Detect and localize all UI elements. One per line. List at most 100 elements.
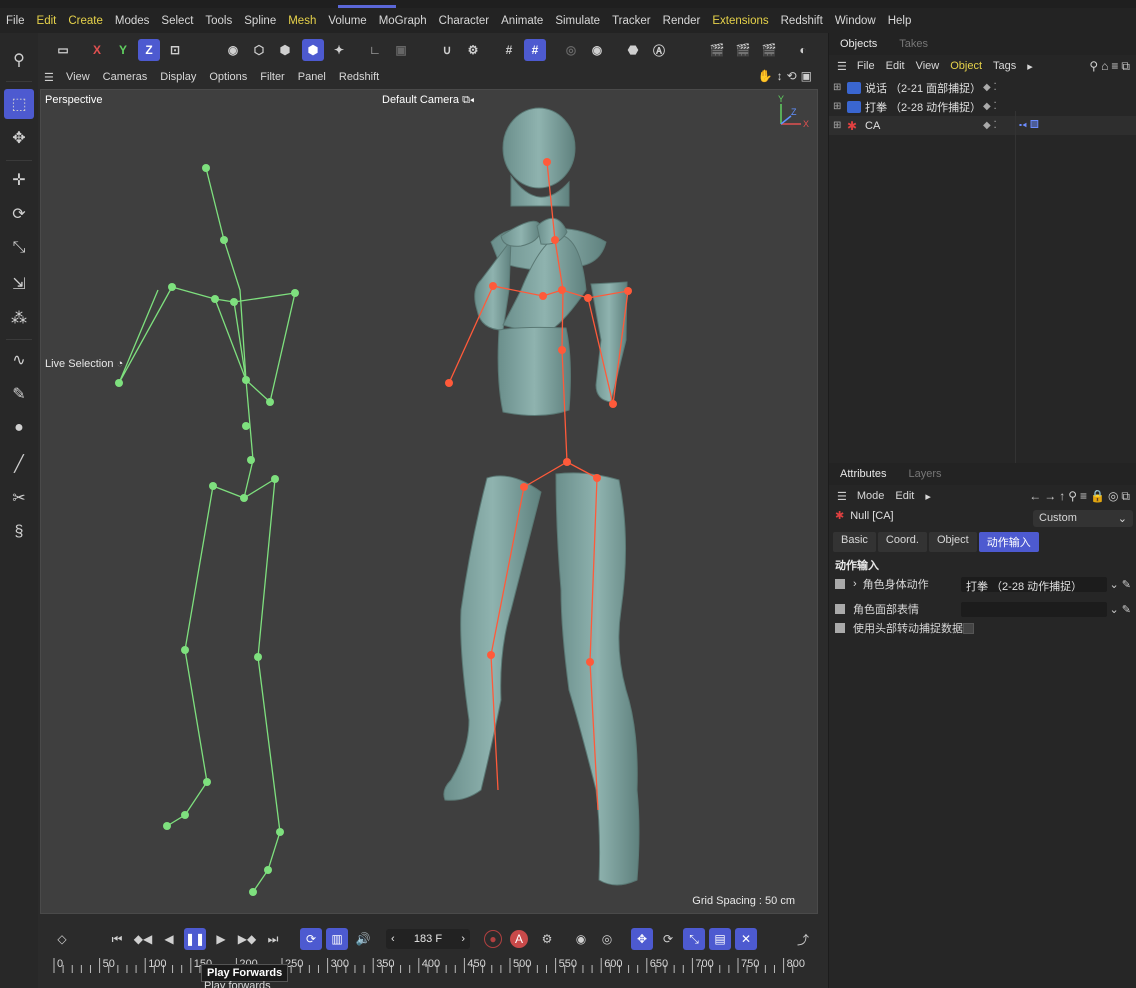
record-active-button[interactable]: ●: [484, 930, 502, 948]
keyframe-icon[interactable]: ◇: [51, 928, 73, 950]
next-key-button[interactable]: ▶◆: [236, 928, 258, 950]
subtab-basic[interactable]: Basic: [833, 532, 876, 552]
search-icon[interactable]: ⚲: [4, 45, 34, 75]
objects-menu-tags[interactable]: Tags: [993, 60, 1016, 72]
objects-menu-edit[interactable]: Edit: [886, 60, 905, 72]
uv-mode-icon[interactable]: ✦: [328, 39, 350, 61]
menu-mesh[interactable]: Mesh: [288, 15, 316, 27]
expand-arrow-icon[interactable]: ›: [853, 578, 857, 590]
prev-frame-button[interactable]: ◀: [158, 928, 180, 950]
redshift-render-icon[interactable]: ◐: [792, 39, 814, 61]
pose-morph-icon[interactable]: ◎: [596, 928, 618, 950]
key-position-icon[interactable]: ✥: [631, 928, 653, 950]
visibility-dots-icon[interactable]: ◆ ⁚: [983, 82, 997, 93]
motion-record-icon[interactable]: ◉: [570, 928, 592, 950]
head-capture-checkbox[interactable]: [963, 622, 974, 634]
current-frame-field[interactable]: ‹ 183 F ›: [386, 929, 470, 949]
point-mode-icon[interactable]: ◉: [222, 39, 244, 61]
scale-tool-icon[interactable]: ⤡: [4, 233, 34, 263]
visibility-dots-icon[interactable]: ◆ ⁚: [983, 101, 997, 112]
playback-rate-button[interactable]: ▥: [326, 928, 348, 950]
sculpt-tool-icon[interactable]: §: [4, 517, 34, 547]
autokey-button[interactable]: A: [510, 930, 528, 948]
menu-tracker[interactable]: Tracker: [612, 15, 651, 27]
next-frame-button[interactable]: ▶: [210, 928, 232, 950]
link-edit-icon[interactable]: ⌄ ✎: [1110, 578, 1132, 591]
expand-icon[interactable]: ⊞: [833, 82, 843, 93]
tab-objects[interactable]: Objects: [829, 38, 888, 50]
brush-tool-icon[interactable]: ╱: [4, 449, 34, 479]
timeline-ruler[interactable]: 0501001502002503003504004505005506006507…: [48, 956, 820, 988]
character-mesh[interactable]: [443, 107, 640, 886]
menu-spline[interactable]: Spline: [244, 15, 276, 27]
render-active-icon[interactable]: Ⓐ: [648, 39, 670, 61]
attributes-menu-edit[interactable]: Edit: [895, 490, 914, 502]
attributes-nav-icons[interactable]: ←→↑⚲≡🔒◎⧉: [1029, 489, 1133, 504]
objects-menu-file[interactable]: File: [857, 60, 875, 72]
tag-icons[interactable]: ⬝◂ ▤: [1019, 119, 1039, 132]
viewport-menu-display[interactable]: Display: [160, 71, 196, 83]
symmetry-icon[interactable]: ◉: [586, 39, 608, 61]
viewport-menu-panel[interactable]: Panel: [298, 71, 326, 83]
play-forwards-button[interactable]: ❚❚: [184, 928, 206, 950]
live-selection-tool-icon[interactable]: ⬚: [4, 89, 34, 119]
snap-tool-icon[interactable]: ⁂: [4, 303, 34, 333]
menu-help[interactable]: Help: [888, 15, 912, 27]
soft-selection-icon[interactable]: ◎: [560, 39, 582, 61]
object-row-3[interactable]: ⊞ ✱ CA ◆ ⁚ ⬝◂ ▤: [829, 116, 1136, 135]
rotate-tool-icon[interactable]: ⟳: [4, 199, 34, 229]
viewport-menu-options[interactable]: Options: [209, 71, 247, 83]
model-mode-icon[interactable]: ⬢: [302, 39, 324, 61]
key-pla-icon[interactable]: ✕: [735, 928, 757, 950]
menu-render[interactable]: Render: [663, 15, 701, 27]
prev-key-button[interactable]: ◆◀: [132, 928, 154, 950]
sound-icon[interactable]: 🔊: [352, 928, 374, 950]
subtab-object[interactable]: Object: [928, 532, 977, 552]
menu-file[interactable]: File: [6, 15, 25, 27]
render-region-icon[interactable]: ⬣: [622, 39, 644, 61]
coordinate-system-icon[interactable]: ⊡: [164, 39, 186, 61]
subtab-coord[interactable]: Coord.: [877, 532, 927, 552]
grid-snap-icon[interactable]: #: [498, 39, 520, 61]
tab-attributes[interactable]: Attributes: [829, 468, 897, 480]
keyframe-toggle-icon[interactable]: [835, 604, 845, 614]
attributes-menu-mode[interactable]: Mode: [857, 490, 885, 502]
z-axis-lock-button[interactable]: Z: [138, 39, 160, 61]
viewport-menu-filter[interactable]: Filter: [260, 71, 284, 83]
viewport[interactable]: Perspective Default Camera ⧉◂ Live Selec…: [40, 89, 818, 914]
menu-modes[interactable]: Modes: [115, 15, 150, 27]
go-to-start-button[interactable]: ⏮: [106, 928, 128, 950]
move-tool-icon[interactable]: ✛: [4, 165, 34, 195]
menu-tools[interactable]: Tools: [205, 15, 232, 27]
visibility-dots-icon[interactable]: ◆ ⁚: [983, 120, 997, 131]
go-to-end-button[interactable]: ⏭: [262, 928, 284, 950]
attributes-menu-more-icon[interactable]: ▸: [925, 490, 931, 503]
menu-select[interactable]: Select: [161, 15, 193, 27]
viewport-hamburger-icon[interactable]: ☰: [44, 71, 58, 84]
spline-tool-icon[interactable]: ∿: [4, 345, 34, 375]
subtab-motion-input[interactable]: 动作输入: [978, 532, 1039, 552]
pen-tool-icon[interactable]: ✎: [4, 379, 34, 409]
frame-decrement-icon[interactable]: ‹: [391, 933, 395, 945]
key-rotation-icon[interactable]: ⟳: [657, 928, 679, 950]
render-settings-icon[interactable]: 🎬: [758, 39, 780, 61]
frame-increment-icon[interactable]: ›: [461, 933, 465, 945]
y-axis-lock-button[interactable]: Y: [112, 39, 134, 61]
render-picture-viewer-icon[interactable]: 🎬: [732, 39, 754, 61]
object-row-1[interactable]: ⊞ 说话 （2-21 面部捕捉） ◆ ⁚: [829, 78, 1136, 97]
keyframe-settings-icon[interactable]: ⚙: [536, 928, 558, 950]
tab-layers[interactable]: Layers: [897, 468, 952, 480]
menu-extensions[interactable]: Extensions: [712, 15, 768, 27]
menu-mograph[interactable]: MoGraph: [379, 15, 427, 27]
keyframe-toggle-icon[interactable]: [835, 623, 845, 633]
object-row-2[interactable]: ⊞ 打拳 （2-28 动作捕捉） ◆ ⁚: [829, 97, 1136, 116]
snap-magnet-icon[interactable]: ∪: [436, 39, 458, 61]
objects-menu-view[interactable]: View: [916, 60, 940, 72]
transform-tool-icon[interactable]: ⇲: [4, 269, 34, 299]
selection-options-icon[interactable]: ✥: [4, 123, 34, 153]
menu-window[interactable]: Window: [835, 15, 876, 27]
polygon-mode-icon[interactable]: ⬢: [274, 39, 296, 61]
x-axis-lock-button[interactable]: X: [86, 39, 108, 61]
render-view-icon[interactable]: 🎬: [706, 39, 728, 61]
expand-icon[interactable]: ⊞: [833, 120, 843, 131]
